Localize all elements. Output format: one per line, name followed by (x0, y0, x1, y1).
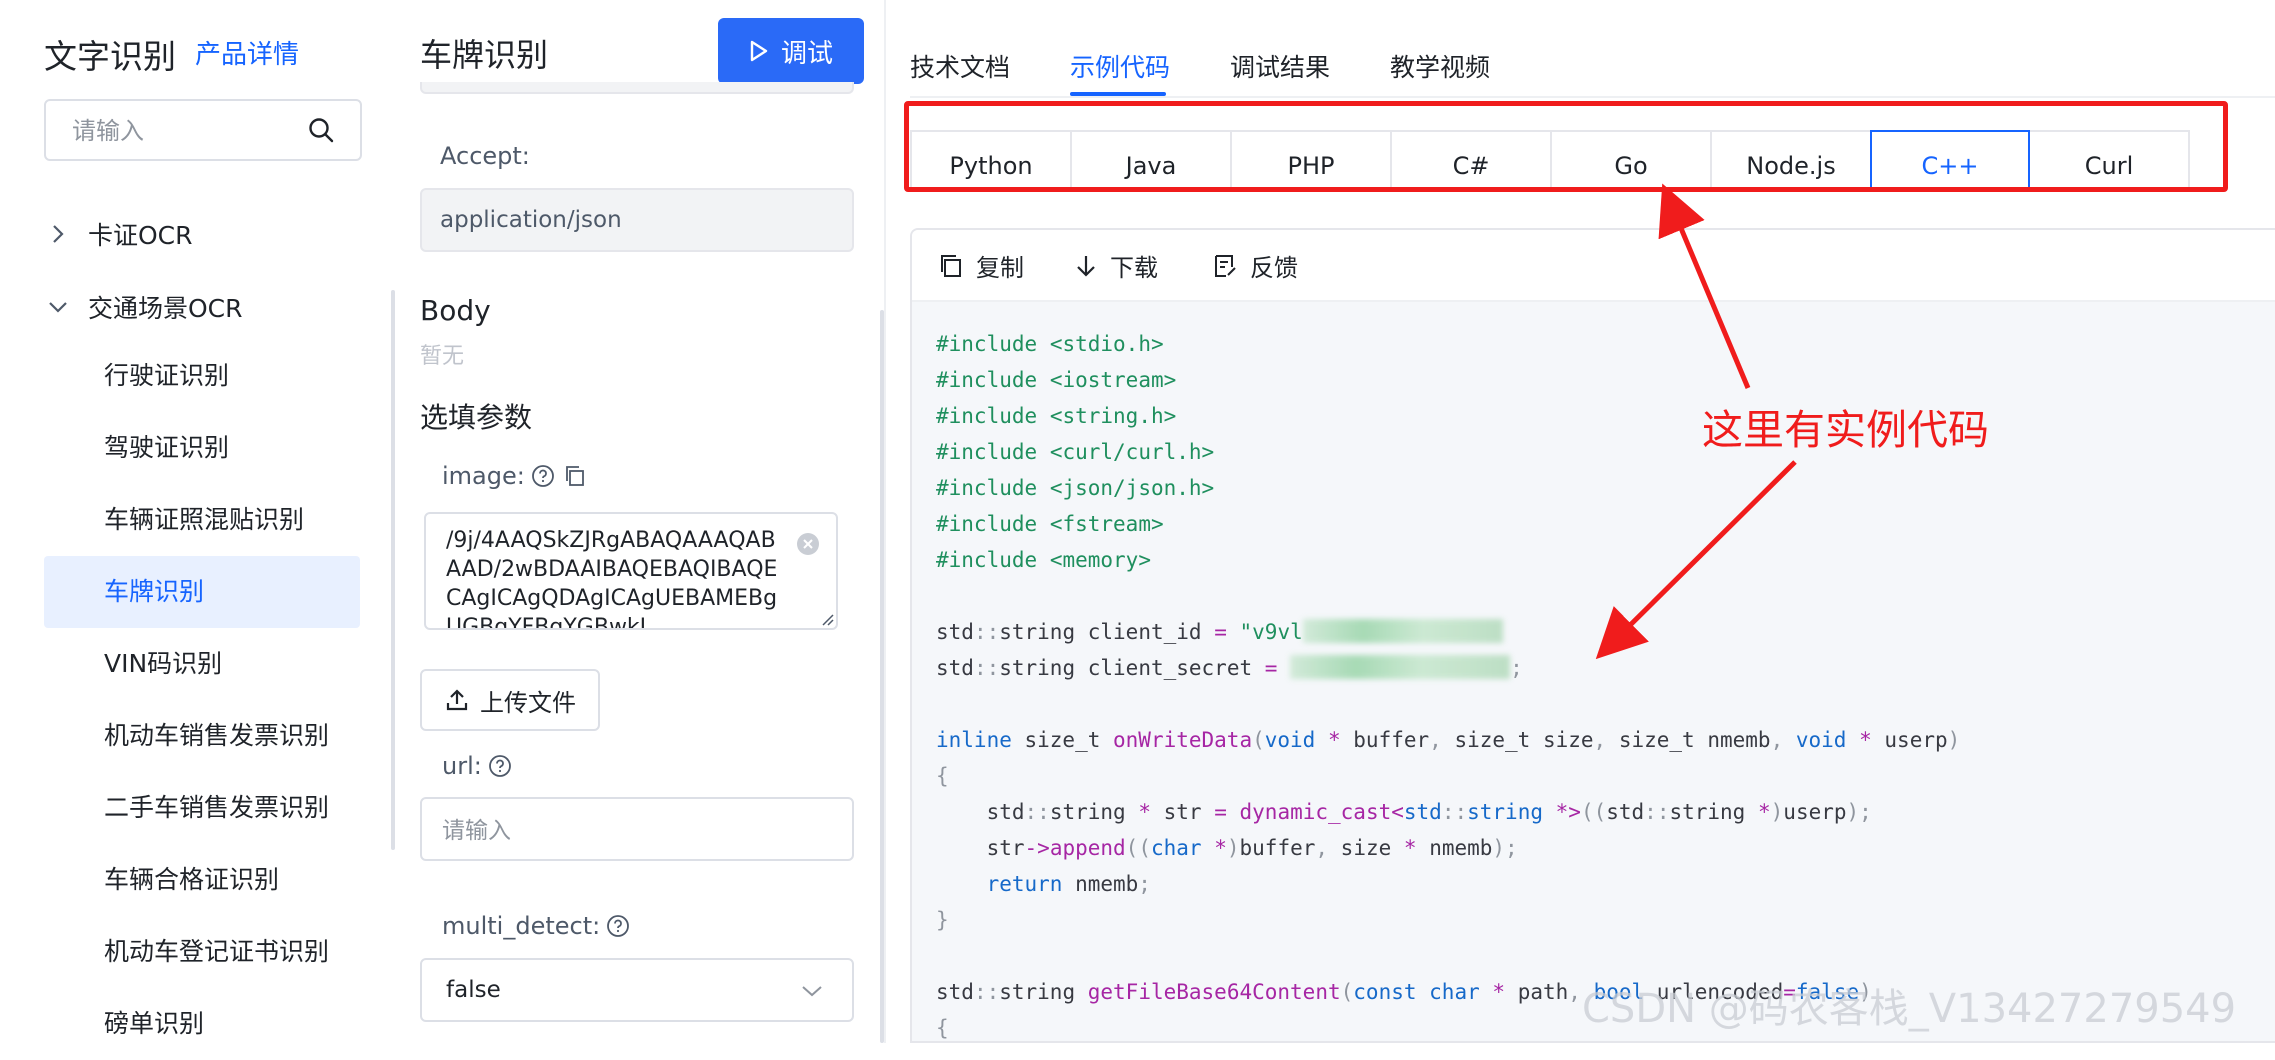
upload-file-label: 上传文件 (480, 688, 576, 717)
copy-button[interactable]: 复制 (938, 248, 1024, 283)
nav-group-label: 交通场景OCR (88, 294, 243, 323)
tab-debug-results[interactable]: 调试结果 (1230, 48, 1330, 84)
chevron-right-icon (53, 225, 64, 243)
sidebar-item-vehicle-sales-invoice[interactable]: 机动车销售发票识别 (44, 700, 360, 772)
help-icon[interactable] (488, 754, 512, 778)
debug-button-label: 调试 (780, 38, 833, 69)
url-label-text: url: (442, 752, 482, 780)
url-input[interactable] (440, 811, 824, 851)
redacted-client-secret (1290, 655, 1511, 679)
optional-params-heading: 选填参数 (420, 401, 533, 434)
multi-detect-label-text: multi_detect: (442, 912, 601, 940)
resize-handle-icon[interactable] (820, 612, 834, 626)
sidebar: 文字识别 产品详情 卡证OCR 交通场景OCR 行驶证识别 驾驶证识别 车辆证照… (0, 0, 392, 1043)
multi-detect-param-label: multi_detect: (442, 912, 630, 940)
params-panel: 车牌识别 调试 Accept: application/json Body 暂无… (396, 0, 884, 1043)
lang-tab-nodejs[interactable]: Node.js (1710, 130, 1870, 190)
multi-detect-select[interactable]: false (420, 958, 854, 1022)
image-textarea[interactable]: /9j/4AAQSkZJRgABAQAAAQABAAD/2wBDAAIBAQEB… (424, 512, 838, 630)
nav-group-traffic-ocr[interactable]: 交通场景OCR (44, 289, 243, 325)
accept-label: Accept: (440, 142, 530, 170)
chevron-down-icon (802, 986, 822, 997)
params-title: 车牌识别 (420, 36, 549, 74)
sidebar-item-driver-license[interactable]: 驾驶证识别 (44, 412, 360, 484)
code-viewer[interactable]: #include <stdio.h> #include <iostream> #… (912, 302, 2275, 1041)
url-param-label: url: (442, 752, 512, 780)
sidebar-search-input[interactable] (70, 111, 304, 151)
lang-tab-python[interactable]: Python (910, 130, 1070, 190)
sidebar-item-vehicle-mixed-docs[interactable]: 车辆证照混贴识别 (44, 484, 360, 556)
language-tabs: Python Java PHP C# Go Node.js C++ Curl (910, 130, 2190, 190)
sidebar-item-used-car-invoice[interactable]: 二手车销售发票识别 (44, 772, 360, 844)
multi-detect-value: false (446, 977, 501, 1003)
copy-label: 复制 (976, 254, 1024, 282)
watermark: CSDN @码农客栈_V13427279549 (1582, 986, 2237, 1032)
lang-tab-php[interactable]: PHP (1230, 130, 1390, 190)
debug-button[interactable]: 调试 (718, 18, 864, 84)
code-toolbar: 复制 下载 反馈 (912, 230, 2275, 302)
download-button[interactable]: 下载 (1074, 248, 1158, 283)
body-heading: Body (420, 294, 491, 327)
sidebar-item-license-plate[interactable]: 车牌识别 (44, 556, 360, 628)
upload-file-button[interactable]: 上传文件 (420, 669, 600, 731)
copy-icon (941, 254, 961, 277)
tabs-divider (910, 96, 2275, 98)
url-input-field[interactable] (420, 797, 854, 861)
play-icon (750, 40, 768, 62)
feedback-icon (1215, 254, 1236, 277)
chevron-down-icon (49, 302, 67, 313)
nav-group-label: 卡证OCR (88, 221, 193, 250)
sidebar-item-vehicle-certificate[interactable]: 车辆合格证识别 (44, 844, 360, 916)
help-icon[interactable] (606, 914, 630, 938)
help-icon[interactable] (531, 464, 555, 488)
sidebar-item-vin[interactable]: VIN码识别 (44, 628, 360, 700)
active-tab-indicator (1070, 92, 1166, 96)
lang-tab-csharp[interactable]: C# (1390, 130, 1550, 190)
tab-tech-docs[interactable]: 技术文档 (910, 48, 1010, 84)
image-label-text: image: (442, 462, 525, 490)
copy-icon[interactable] (563, 464, 587, 488)
feedback-button[interactable]: 反馈 (1212, 248, 1298, 283)
upload-icon (446, 689, 468, 711)
product-details-link[interactable]: 产品详情 (195, 34, 299, 71)
body-empty-text: 暂无 (420, 344, 465, 369)
annotation-text: 这里有实例代码 (1702, 406, 1989, 454)
lang-tab-cpp[interactable]: C++ (1870, 130, 2030, 190)
sidebar-title: 文字识别 (44, 37, 176, 76)
code-card: 复制 下载 反馈 #include <stdio.h> #include <io… (910, 228, 2275, 1043)
sidebar-item-vehicle-registration[interactable]: 机动车登记证书识别 (44, 916, 360, 988)
collapsed-field (420, 82, 854, 94)
redacted-client-id (1302, 619, 1503, 643)
search-icon[interactable] (308, 117, 334, 143)
download-icon (1077, 255, 1095, 277)
lang-tab-go[interactable]: Go (1550, 130, 1710, 190)
tab-sample-code[interactable]: 示例代码 (1070, 48, 1170, 84)
clear-icon[interactable] (796, 532, 820, 556)
nav-group-card-ocr[interactable]: 卡证OCR (44, 216, 193, 252)
sidebar-search[interactable] (44, 99, 362, 161)
accept-value: application/json (420, 188, 854, 252)
tab-tutorial-videos[interactable]: 教学视频 (1390, 48, 1490, 84)
feedback-label: 反馈 (1250, 254, 1298, 282)
code-panel: 技术文档 示例代码 调试结果 教学视频 Python Java PHP C# G… (886, 0, 2275, 1043)
sidebar-item-weighbridge-ticket[interactable]: 磅单识别 (44, 988, 360, 1060)
image-param-label: image: (442, 462, 587, 490)
sidebar-item-driving-license-vehicle[interactable]: 行驶证识别 (44, 340, 360, 412)
lang-tab-curl[interactable]: Curl (2030, 130, 2190, 190)
image-textarea-value: /9j/4AAQSkZJRgABAQAAAQABAAD/2wBDAAIBAQEB… (446, 528, 778, 630)
sidebar-scrollbar[interactable] (391, 290, 395, 850)
download-label: 下载 (1110, 254, 1158, 282)
lang-tab-java[interactable]: Java (1070, 130, 1230, 190)
